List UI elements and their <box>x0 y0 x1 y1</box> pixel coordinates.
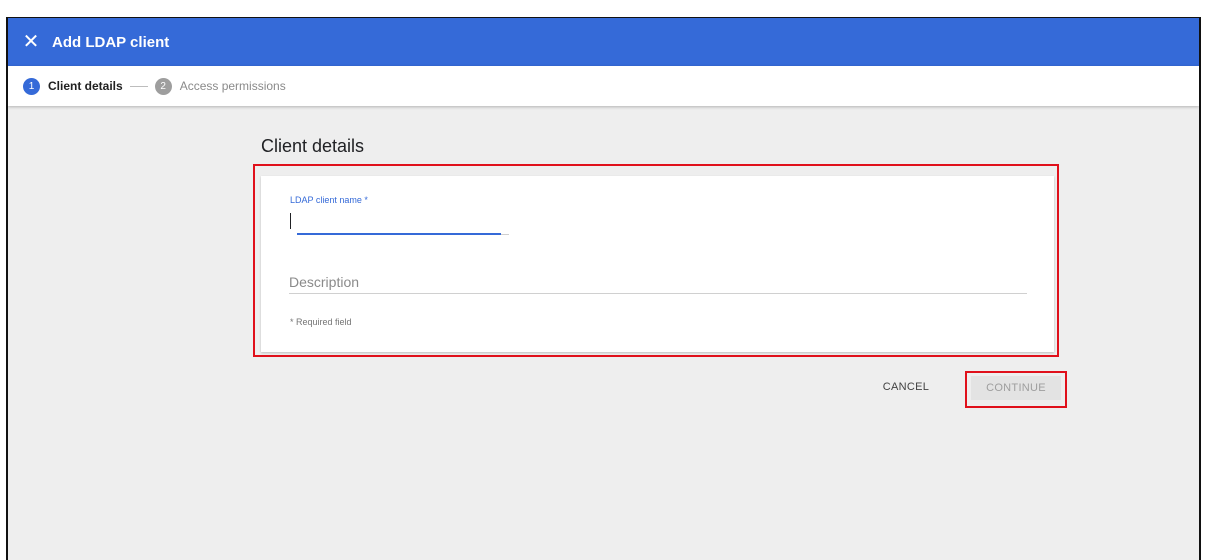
step-label-access-permissions: Access permissions <box>179 79 286 93</box>
text-cursor <box>290 213 291 229</box>
step-number-2: 2 <box>154 77 172 95</box>
close-icon[interactable]: ✕ <box>20 31 42 53</box>
stepper: 1 Client details 2 Access permissions <box>8 66 1199 106</box>
ldap-client-name-label: LDAP client name * <box>290 195 368 205</box>
description-underline <box>289 293 1027 294</box>
name-field-focus-underline <box>297 233 501 235</box>
step-client-details[interactable]: 1 Client details <box>23 77 123 95</box>
step-number-1: 1 <box>23 77 40 95</box>
step-label-client-details: Client details <box>48 79 123 93</box>
section-title: Client details <box>261 136 365 156</box>
app-window: ✕ Add LDAP client 1 Client details 2 Acc… <box>6 17 1201 560</box>
continue-button[interactable]: CONTINUE <box>971 376 1061 400</box>
page-title: Add LDAP client <box>52 33 170 51</box>
app-bar: ✕ Add LDAP client <box>8 18 1199 66</box>
description-input[interactable] <box>289 272 1027 292</box>
step-connector <box>129 85 148 87</box>
cancel-button[interactable]: CANCEL <box>876 376 936 398</box>
ldap-client-name-input[interactable] <box>288 212 510 232</box>
required-field-note: * Required field <box>290 317 352 327</box>
client-details-card: LDAP client name * * Required field <box>261 176 1054 352</box>
step-access-permissions[interactable]: 2 Access permissions <box>154 77 286 95</box>
